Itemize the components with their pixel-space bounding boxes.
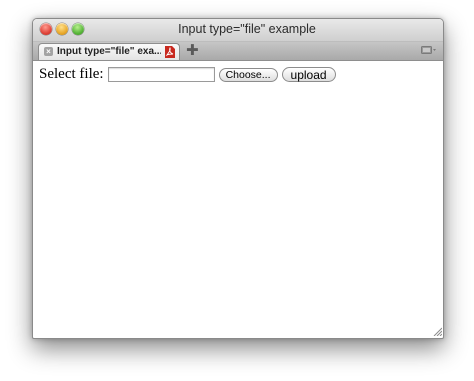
select-file-label: Select file:	[39, 66, 104, 82]
screenshot-stage: Input type="file" example × Input type="…	[0, 0, 474, 381]
tab-overview-icon[interactable]	[421, 45, 437, 56]
resize-grip-icon[interactable]	[432, 326, 442, 336]
window-title: Input type="file" example	[178, 22, 316, 36]
upload-button[interactable]: upload	[281, 67, 336, 82]
tab-close-icon[interactable]: ×	[44, 47, 53, 56]
browser-window: Input type="file" example × Input type="…	[32, 18, 444, 339]
new-tab-button[interactable]: ✚	[186, 43, 199, 58]
pdf-favicon-icon	[165, 46, 175, 58]
tab-label: Input type="file" exa...	[57, 46, 161, 57]
upload-form: Select file: Choose... upload	[39, 66, 340, 83]
title-bar[interactable]: Input type="file" example	[33, 19, 443, 42]
file-path-field[interactable]	[107, 67, 215, 82]
page-content: Select file: Choose... upload	[33, 61, 443, 337]
tab-bar: × Input type="file" exa... ✚	[33, 42, 443, 61]
tab-active[interactable]: × Input type="file" exa...	[38, 43, 180, 60]
choose-file-button[interactable]: Choose...	[218, 67, 278, 82]
